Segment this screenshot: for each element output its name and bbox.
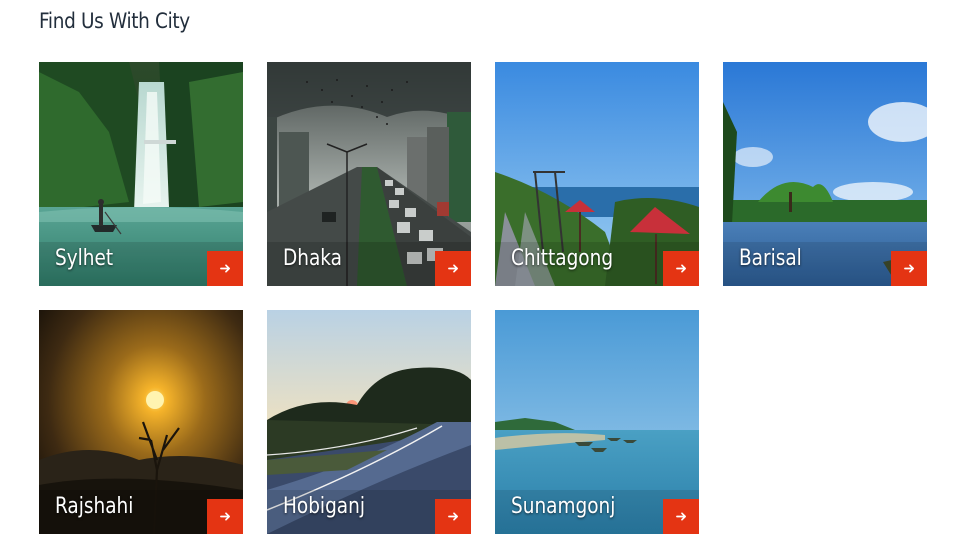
city-name: Chittagong bbox=[511, 246, 614, 271]
city-card-barisal[interactable]: Barisal bbox=[723, 62, 927, 286]
city-link-button[interactable] bbox=[891, 251, 927, 286]
city-card-rajshahi[interactable]: Rajshahi bbox=[39, 310, 243, 534]
city-card-sunamgonj[interactable]: Sunamgonj bbox=[495, 310, 699, 534]
city-card-chittagong[interactable]: Chittagong bbox=[495, 62, 699, 286]
arrow-right-icon bbox=[903, 264, 914, 273]
city-link-button[interactable] bbox=[663, 251, 699, 286]
arrow-right-icon bbox=[447, 264, 458, 273]
city-link-button[interactable] bbox=[663, 499, 699, 534]
city-grid: Sylhet Dhaka Chittagong Barisal Rajshahi… bbox=[39, 62, 927, 534]
city-card-hobiganj[interactable]: Hobiganj bbox=[267, 310, 471, 534]
city-name: Rajshahi bbox=[55, 494, 134, 519]
city-card-dhaka[interactable]: Dhaka bbox=[267, 62, 471, 286]
city-name: Sylhet bbox=[55, 246, 114, 271]
city-link-button[interactable] bbox=[207, 499, 243, 534]
city-name: Sunamgonj bbox=[511, 494, 616, 519]
city-card-sylhet[interactable]: Sylhet bbox=[39, 62, 243, 286]
city-name: Dhaka bbox=[283, 246, 342, 271]
city-name: Barisal bbox=[739, 246, 802, 271]
section-title: Find Us With City bbox=[39, 9, 190, 33]
arrow-right-icon bbox=[447, 512, 458, 521]
arrow-right-icon bbox=[675, 264, 686, 273]
city-link-button[interactable] bbox=[207, 251, 243, 286]
arrow-right-icon bbox=[219, 264, 230, 273]
city-link-button[interactable] bbox=[435, 499, 471, 534]
city-link-button[interactable] bbox=[435, 251, 471, 286]
city-name: Hobiganj bbox=[283, 494, 365, 519]
arrow-right-icon bbox=[219, 512, 230, 521]
arrow-right-icon bbox=[675, 512, 686, 521]
